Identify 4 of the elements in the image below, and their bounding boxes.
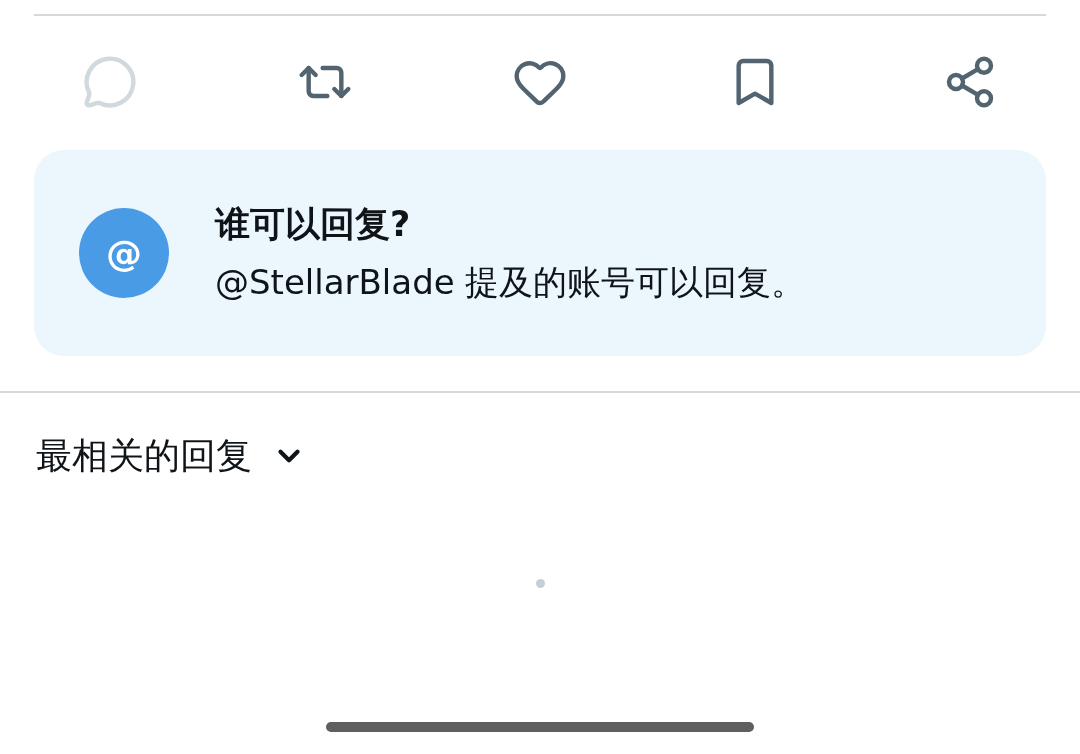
notice-text: @StellarBlade 提及的账号可以回复。 (215, 261, 806, 304)
sort-dropdown[interactable]: 最相关的回复 (36, 431, 306, 481)
notice-title: 谁可以回复? (215, 203, 412, 246)
mention-badge: @ (79, 208, 169, 298)
